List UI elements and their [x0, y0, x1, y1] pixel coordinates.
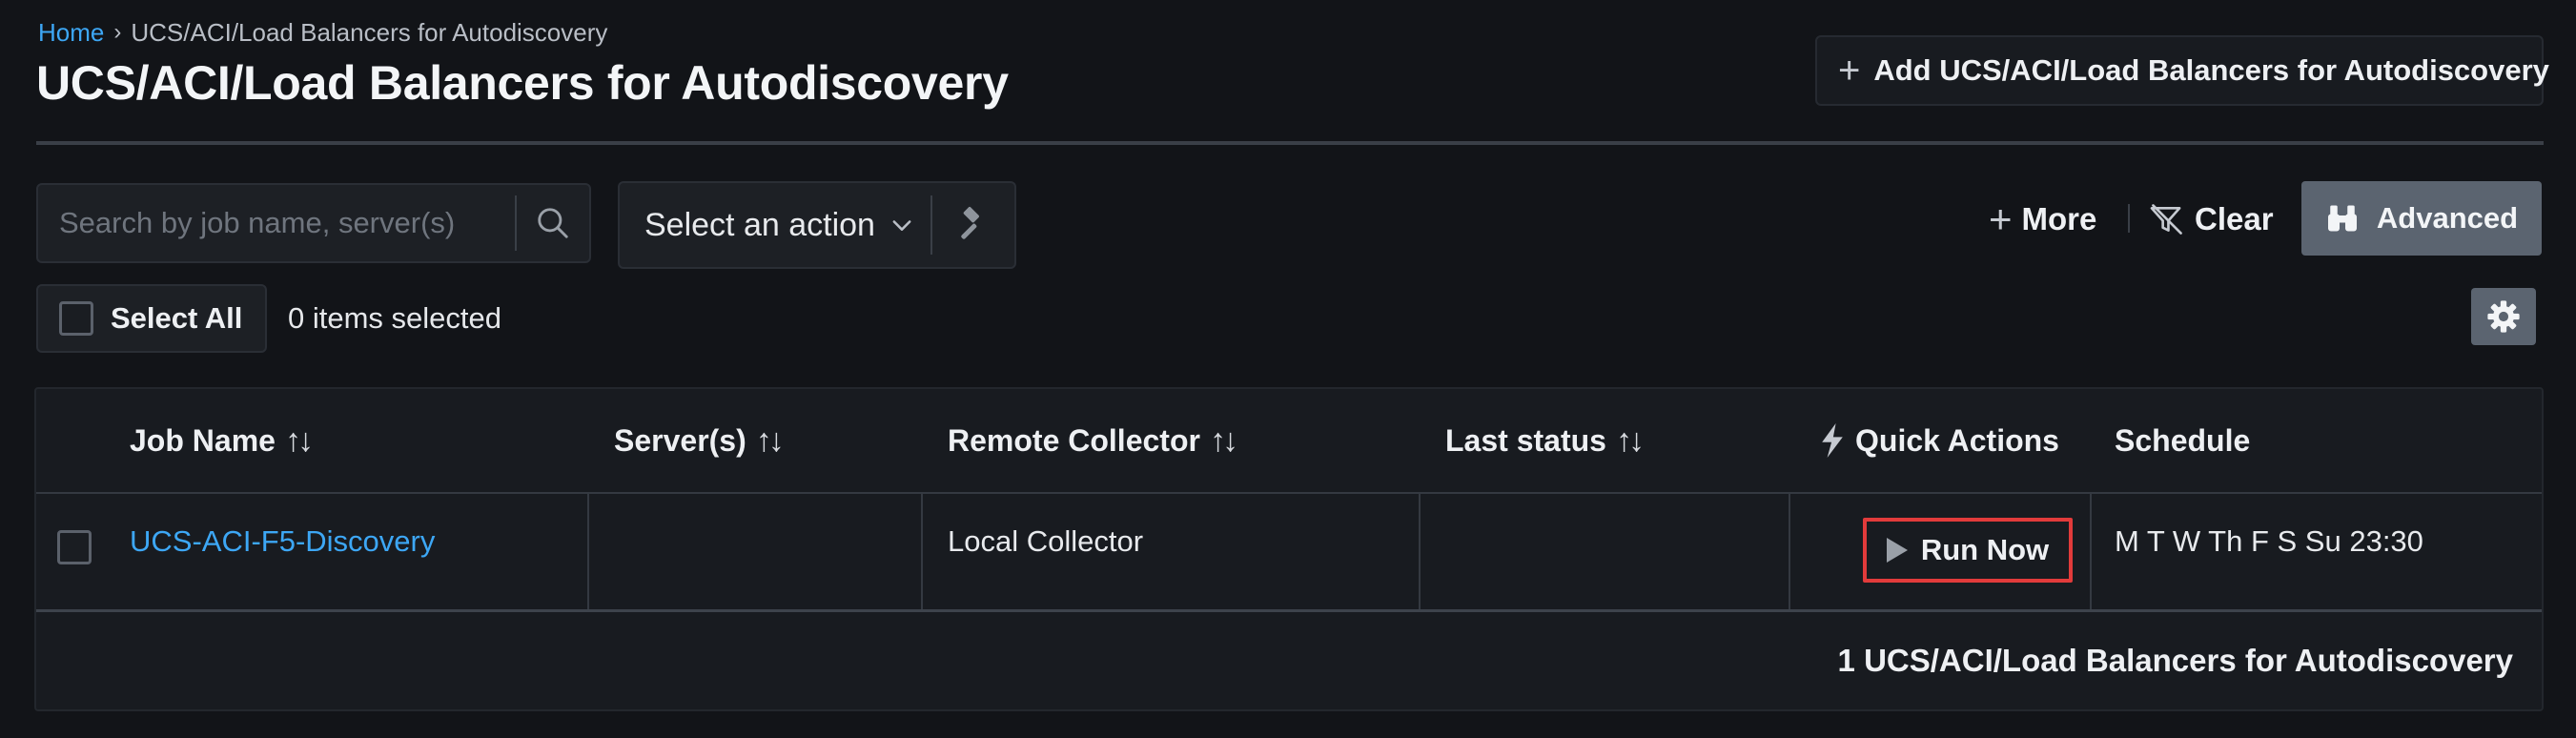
- breadcrumb-separator: ›: [113, 19, 122, 45]
- plus-icon: +: [1838, 50, 1861, 92]
- select-all-control[interactable]: Select All: [36, 284, 267, 353]
- gavel-icon: [961, 207, 979, 239]
- more-filters-button[interactable]: + More: [1989, 195, 2096, 244]
- sort-icon: ↑↓: [284, 421, 314, 459]
- table-row: UCS-ACI-F5-Discovery Local Collector Run…: [36, 492, 2542, 612]
- run-now-label: Run Now: [1920, 533, 2050, 566]
- job-name-header-label: Job Name: [130, 422, 276, 458]
- gear-icon: [2487, 300, 2520, 333]
- search-input[interactable]: Search by job name, server(s): [38, 206, 515, 240]
- last-status-header-label: Last status: [1445, 422, 1606, 458]
- schedule-cell: M T W Th F S Su 23:30: [2115, 524, 2423, 558]
- search-icon: [538, 208, 568, 238]
- clear-label: Clear: [2195, 201, 2274, 236]
- column-header-job-name[interactable]: Job Name ↑↓: [130, 389, 314, 492]
- run-now-button[interactable]: Run Now: [1863, 518, 2073, 583]
- column-divider: [921, 494, 923, 609]
- chevron-down-icon[interactable]: [889, 211, 917, 239]
- jobs-table: Job Name ↑↓ Server(s) ↑↓ Remote Collecto…: [34, 387, 2544, 711]
- filter-clear-icon: [2150, 204, 2182, 235]
- sort-icon: ↑↓: [1209, 421, 1238, 459]
- action-select: Select an action: [618, 181, 1016, 269]
- column-header-schedule: Schedule: [2115, 389, 2250, 492]
- column-header-servers[interactable]: Server(s) ↑↓: [614, 389, 785, 492]
- select-all-label: Select All: [111, 301, 243, 335]
- search-box: Search by job name, server(s): [36, 183, 591, 263]
- table-footer-count: 1 UCS/ACI/Load Balancers for Autodiscove…: [1837, 643, 2513, 678]
- row-checkbox[interactable]: [57, 530, 92, 564]
- advanced-label: Advanced: [2376, 201, 2519, 235]
- servers-header-label: Server(s): [614, 422, 746, 458]
- clear-filters-button[interactable]: Clear: [2149, 195, 2274, 244]
- column-header-quick-actions: Quick Actions: [1819, 389, 2059, 492]
- breadcrumb-current: UCS/ACI/Load Balancers for Autodiscovery: [131, 17, 608, 47]
- plus-icon: +: [1989, 196, 2013, 241]
- items-selected-count: 0 items selected: [288, 301, 501, 335]
- schedule-header-label: Schedule: [2115, 422, 2251, 458]
- column-divider: [587, 494, 589, 609]
- add-button-label: Add UCS/ACI/Load Balancers for Autodisco…: [1873, 53, 2549, 87]
- column-header-last-status[interactable]: Last status ↑↓: [1445, 389, 1645, 492]
- breadcrumb-home-link[interactable]: Home: [38, 18, 104, 48]
- table-settings-button[interactable]: [2471, 288, 2536, 345]
- select-all-checkbox[interactable]: [59, 301, 93, 336]
- more-label: More: [2021, 201, 2097, 236]
- lightning-icon: [1822, 423, 1843, 458]
- page-title: UCS/ACI/Load Balancers for Autodiscovery: [36, 56, 1009, 110]
- breadcrumb: Home › UCS/ACI/Load Balancers for Autodi…: [38, 17, 607, 48]
- advanced-search-button[interactable]: Advanced: [2301, 181, 2542, 256]
- sort-icon: ↑↓: [755, 421, 785, 459]
- toolbar-divider: [2128, 204, 2130, 233]
- column-divider: [1419, 494, 1421, 609]
- column-divider: [1789, 494, 1790, 609]
- job-name-link[interactable]: UCS-ACI-F5-Discovery: [130, 524, 435, 559]
- search-button[interactable]: [517, 185, 589, 261]
- remote-collector-cell: Local Collector: [948, 524, 1144, 558]
- remote-collector-header-label: Remote Collector: [948, 422, 1200, 458]
- column-divider: [2090, 494, 2092, 609]
- action-select-dropdown[interactable]: Select an action: [620, 207, 875, 244]
- execute-action-button[interactable]: [932, 183, 1009, 267]
- column-header-remote-collector[interactable]: Remote Collector ↑↓: [948, 389, 1238, 492]
- quick-actions-header-label: Quick Actions: [1855, 422, 2059, 458]
- sort-icon: ↑↓: [1615, 421, 1645, 459]
- add-autodiscovery-button[interactable]: + Add UCS/ACI/Load Balancers for Autodis…: [1815, 35, 2549, 106]
- play-icon: [1886, 538, 1908, 563]
- header-divider: [36, 141, 2544, 145]
- binoculars-icon: [2327, 205, 2357, 232]
